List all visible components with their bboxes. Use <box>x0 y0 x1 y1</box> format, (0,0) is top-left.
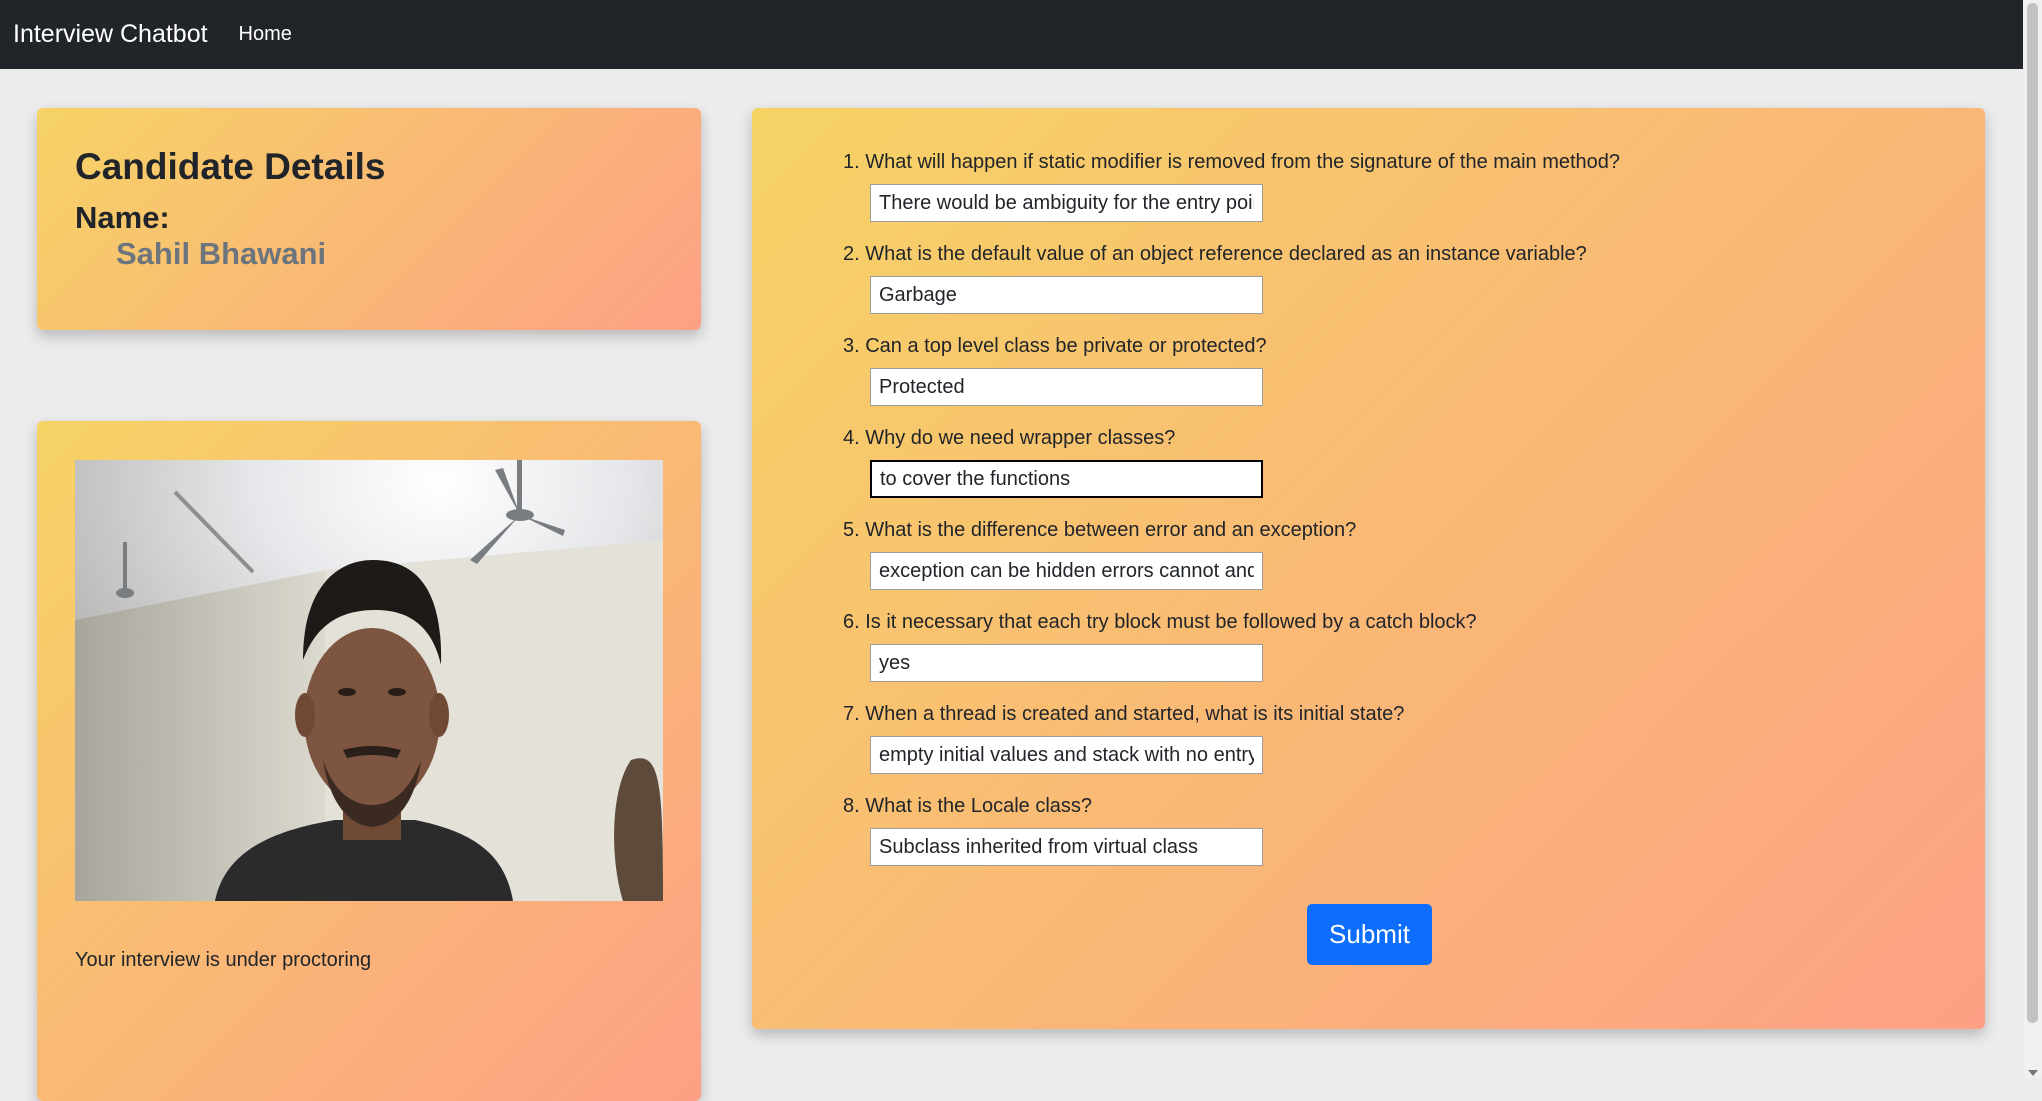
question-text: 5. What is the difference between error … <box>843 519 1357 541</box>
candidate-details-title: Candidate Details <box>75 146 386 187</box>
question-text: 1. What will happen if static modifier i… <box>843 151 1621 173</box>
question-text: 4. Why do we need wrapper classes? <box>843 427 1176 449</box>
answer-input-2[interactable] <box>870 276 1263 314</box>
navbar-brand[interactable]: Interview Chatbot <box>13 20 208 49</box>
webcam-image <box>75 460 663 901</box>
question-text: 7. When a thread is created and started,… <box>843 703 1405 725</box>
question-text: 6. Is it necessary that each try block m… <box>843 611 1477 633</box>
question-item: 7. When a thread is created and started,… <box>843 702 1620 794</box>
question-item: 6. Is it necessary that each try block m… <box>843 610 1620 702</box>
answer-input-3[interactable] <box>870 368 1263 406</box>
webcam-feed <box>75 460 663 901</box>
scroll-down-arrow-icon[interactable] <box>2028 1070 2038 1076</box>
scrollbar-thumb[interactable] <box>2027 3 2038 1023</box>
questions-card: 1. What will happen if static modifier i… <box>752 108 1985 1029</box>
question-item: 3. Can a top level class be private or p… <box>843 334 1620 426</box>
answer-input-8[interactable] <box>870 828 1263 866</box>
navbar: Interview Chatbot Home <box>0 0 2023 69</box>
submit-button[interactable]: Submit <box>1307 904 1432 965</box>
question-text: 2. What is the default value of an objec… <box>843 243 1587 265</box>
question-item: 2. What is the default value of an objec… <box>843 242 1620 334</box>
webcam-card: Your interview is under proctoring <box>37 421 701 1101</box>
question-item: 4. Why do we need wrapper classes? <box>843 426 1620 518</box>
question-text: 8. What is the Locale class? <box>843 795 1093 817</box>
answer-input-1[interactable] <box>870 184 1263 222</box>
answer-input-4[interactable] <box>870 460 1263 498</box>
candidate-details-card: Candidate Details Name: Sahil Bhawani <box>37 108 701 330</box>
nav-home-link[interactable]: Home <box>239 23 292 46</box>
question-list: 1. What will happen if static modifier i… <box>843 150 1620 886</box>
proctoring-status-text: Your interview is under proctoring <box>75 949 372 971</box>
candidate-name: Sahil Bhawani <box>116 236 327 271</box>
answer-input-6[interactable] <box>870 644 1263 682</box>
vertical-scrollbar[interactable] <box>2023 0 2042 1078</box>
answer-input-5[interactable] <box>870 552 1263 590</box>
question-item: 5. What is the difference between error … <box>843 518 1620 610</box>
question-text: 3. Can a top level class be private or p… <box>843 335 1267 357</box>
question-item: 8. What is the Locale class? <box>843 794 1620 886</box>
question-item: 1. What will happen if static modifier i… <box>843 150 1620 242</box>
candidate-name-label: Name: <box>75 200 170 235</box>
answer-input-7[interactable] <box>870 736 1263 774</box>
